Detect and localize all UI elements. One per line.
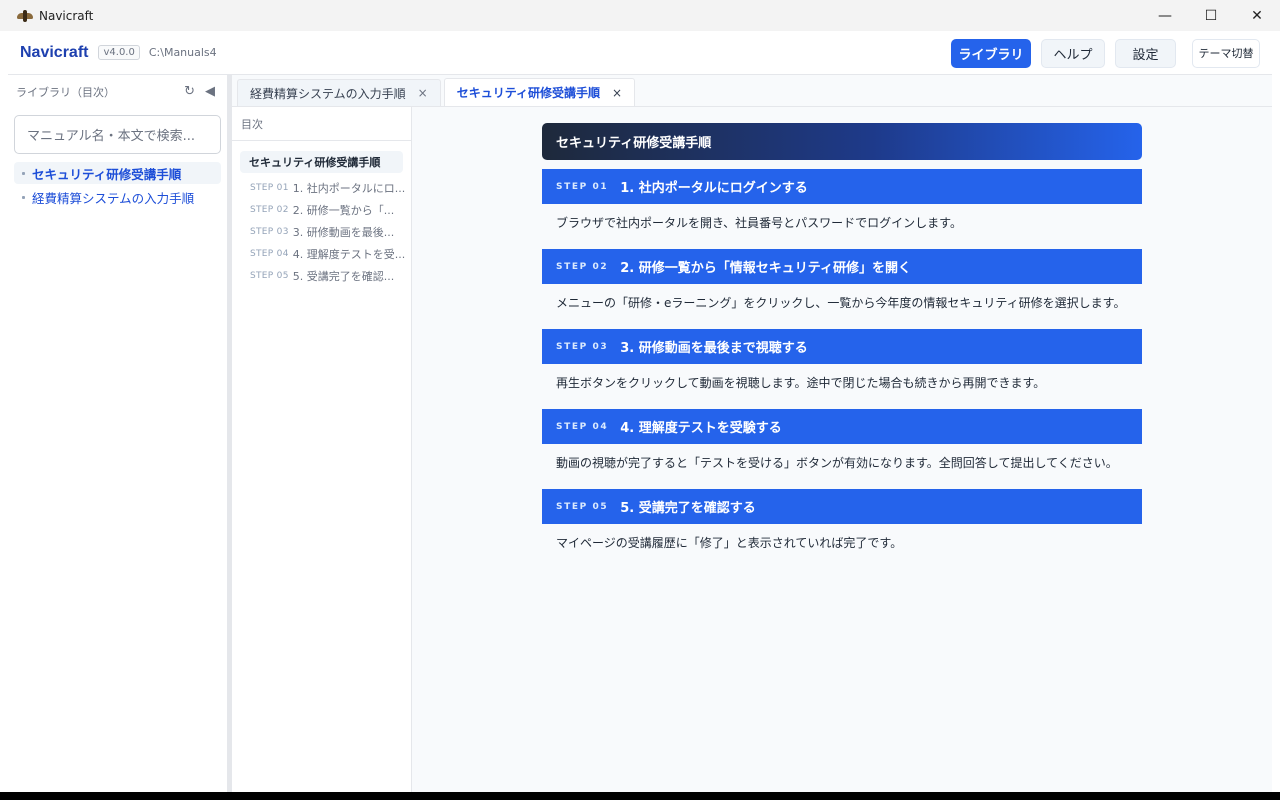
step-number: STEP 04: [556, 421, 609, 432]
toc-header: 目次: [232, 107, 411, 141]
step-title: 2. 研修一覧から「情報セキュリティ研修」を開く: [620, 261, 911, 276]
step-title: 4. 理解度テストを受験する: [620, 421, 782, 436]
toc-step-number: STEP 04: [250, 249, 289, 259]
app-window: Navicraft — ☐ ✕ Navicraft v4.0.0 C:\Manu…: [0, 0, 1280, 792]
title-bar: Navicraft — ☐ ✕: [0, 0, 1280, 31]
header-actions: ライブラリ ヘルプ 設定 テーマ切替: [941, 31, 1272, 75]
tab-label: セキュリティ研修受講手順: [456, 86, 600, 100]
sidebar-tools: ↻ ◀: [184, 75, 215, 108]
toc-item[interactable]: STEP 02 2. 研修一覧から「...: [232, 199, 411, 221]
window-title: Navicraft: [39, 8, 94, 23]
toc-item[interactable]: STEP 05 5. 受講完了を確認...: [232, 265, 411, 287]
close-tab-icon[interactable]: ×: [612, 86, 622, 100]
sidebar-title: ライブラリ（目次）: [16, 85, 115, 99]
app-header: Navicraft v4.0.0 C:\Manuals4 ライブラリ ヘルプ 設…: [8, 31, 1272, 75]
theme-toggle-button[interactable]: テーマ切替: [1192, 38, 1260, 68]
library-item-security-training[interactable]: セキュリティ研修受講手順: [14, 162, 221, 184]
document-title: セキュリティ研修受講手順: [542, 123, 1142, 160]
step-description: 再生ボタンをクリックして動画を視聴します。途中で閉じた場合も続きから再開できます…: [556, 375, 1046, 390]
toc-step-number: STEP 01: [250, 183, 289, 193]
toc-document-title[interactable]: セキュリティ研修受講手順: [240, 151, 403, 173]
close-window-button[interactable]: ✕: [1234, 0, 1280, 31]
tab-expense-system[interactable]: 経費精算システムの入力手順 ×: [237, 79, 441, 106]
sidebar-header: ライブラリ（目次） ↻ ◀: [8, 75, 227, 108]
maximize-button[interactable]: ☐: [1188, 0, 1234, 31]
step-section: STEP 04 4. 理解度テストを受験する 動画の視聴が完了すると「テストを受…: [542, 409, 1142, 480]
library-list: セキュリティ研修受講手順 経費精算システムの入力手順: [8, 162, 227, 208]
bullet-icon: [22, 171, 25, 175]
step-number: STEP 01: [556, 181, 609, 192]
step-description: メニューの「研修・eラーニング」をクリックし、一覧から今年度の情報セキュリティ研…: [556, 295, 1126, 310]
brand-name: Navicraft: [20, 43, 89, 61]
toc-step-label: 4. 理解度テストを受...: [292, 248, 406, 261]
toc-step-label: 2. 研修一覧から「...: [292, 204, 395, 217]
toc-item[interactable]: STEP 04 4. 理解度テストを受...: [232, 243, 411, 265]
version-badge: v4.0.0: [98, 45, 140, 60]
toc-step-number: STEP 03: [250, 227, 289, 237]
window-controls: — ☐ ✕: [1142, 0, 1280, 31]
library-item-label: 経費精算システムの入力手順: [32, 190, 195, 206]
toc-item[interactable]: STEP 03 3. 研修動画を最後...: [232, 221, 411, 243]
step-header: STEP 04 4. 理解度テストを受験する: [542, 409, 1142, 444]
collapse-sidebar-icon[interactable]: ◀: [205, 84, 215, 99]
step-header: STEP 05 5. 受講完了を確認する: [542, 489, 1142, 524]
manual-path: C:\Manuals4: [148, 46, 217, 59]
step-header: STEP 02 2. 研修一覧から「情報セキュリティ研修」を開く: [542, 249, 1142, 284]
step-number: STEP 03: [556, 341, 609, 352]
step-section: STEP 02 2. 研修一覧から「情報セキュリティ研修」を開く メニューの「研…: [542, 249, 1142, 320]
document-viewer: セキュリティ研修受講手順 STEP 01 1. 社内ポータルにログインする ブラ…: [412, 107, 1272, 792]
step-header: STEP 01 1. 社内ポータルにログインする: [542, 169, 1142, 204]
step-number: STEP 05: [556, 501, 609, 512]
minimize-button[interactable]: —: [1142, 0, 1188, 31]
toc-step-number: STEP 05: [250, 271, 289, 281]
step-section: STEP 05 5. 受講完了を確認する マイページの受講履歴に「修了」と表示さ…: [542, 489, 1142, 560]
document-tabs: 経費精算システムの入力手順 × セキュリティ研修受講手順 ×: [232, 75, 1272, 107]
step-description: ブラウザで社内ポータルを開き、社員番号とパスワードでログインします。: [556, 215, 962, 230]
library-item-label: セキュリティ研修受講手順: [32, 166, 182, 182]
toc-step-label: 1. 社内ポータルにロ...: [292, 182, 406, 195]
step-section: STEP 03 3. 研修動画を最後まで視聴する 再生ボタンをクリックして動画を…: [542, 329, 1142, 400]
step-description: 動画の視聴が完了すると「テストを受ける」ボタンが有効になります。全問回答して提出…: [556, 455, 1118, 470]
app-logo-icon: [17, 9, 33, 22]
toc-step-number: STEP 02: [250, 205, 289, 215]
step-title: 5. 受講完了を確認する: [620, 501, 756, 516]
step-header: STEP 03 3. 研修動画を最後まで視聴する: [542, 329, 1142, 364]
tab-security-training[interactable]: セキュリティ研修受講手順 ×: [443, 78, 636, 106]
table-of-contents: 目次 セキュリティ研修受講手順 STEP 01 1. 社内ポータルにロ... S…: [232, 107, 412, 792]
manual-document: セキュリティ研修受講手順 STEP 01 1. 社内ポータルにログインする ブラ…: [542, 123, 1142, 560]
step-description: マイページの受講履歴に「修了」と表示されていれば完了です。: [556, 535, 903, 550]
library-button[interactable]: ライブラリ: [951, 38, 1031, 68]
settings-button[interactable]: 設定: [1115, 38, 1176, 68]
step-title: 3. 研修動画を最後まで視聴する: [620, 341, 808, 356]
toc-step-label: 3. 研修動画を最後...: [292, 226, 395, 239]
library-search-input[interactable]: マニュアル名・本文で検索...: [14, 115, 221, 154]
library-item-expense-system[interactable]: 経費精算システムの入力手順: [14, 186, 221, 208]
step-title: 1. 社内ポータルにログインする: [620, 181, 808, 196]
help-button[interactable]: ヘルプ: [1041, 38, 1105, 68]
toc-item[interactable]: STEP 01 1. 社内ポータルにロ...: [232, 177, 411, 199]
bullet-icon: [22, 195, 25, 199]
step-number: STEP 02: [556, 261, 609, 272]
step-section: STEP 01 1. 社内ポータルにログインする ブラウザで社内ポータルを開き、…: [542, 169, 1142, 240]
tab-label: 経費精算システムの入力手順: [250, 86, 406, 101]
library-sidebar: ライブラリ（目次） ↻ ◀ マニュアル名・本文で検索... セキュリティ研修受講…: [8, 75, 228, 792]
refresh-icon[interactable]: ↻: [184, 84, 195, 99]
close-tab-icon[interactable]: ×: [418, 86, 428, 100]
toc-step-label: 5. 受講完了を確認...: [292, 270, 395, 283]
